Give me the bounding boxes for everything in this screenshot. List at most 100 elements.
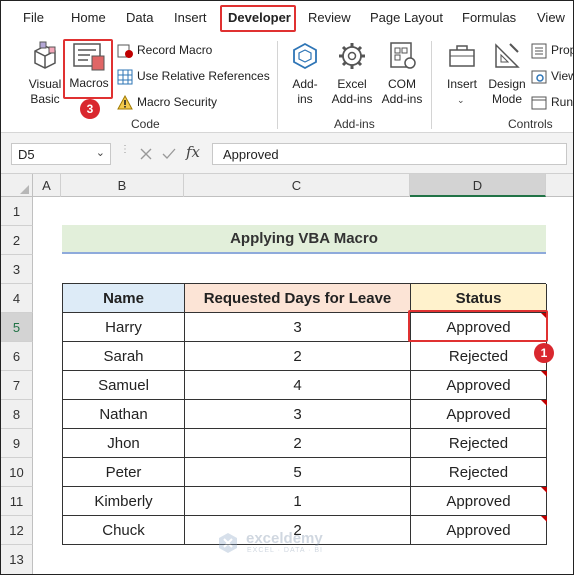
excel-add-ins-label: Excel <box>337 77 367 91</box>
tab-file[interactable]: File <box>23 10 44 25</box>
excel-add-ins-button[interactable]: Excel Add-ins <box>329 41 375 111</box>
row-header-8[interactable]: 8 <box>1 400 33 429</box>
drag-handle-icon[interactable]: ⋮ <box>120 145 130 163</box>
cell-days[interactable]: 2 <box>185 429 411 458</box>
add-ins-group-label: Add-ins <box>334 117 375 131</box>
row-header-2[interactable]: 2 <box>1 226 33 255</box>
row-header-4[interactable]: 4 <box>1 284 33 313</box>
tab-formulas[interactable]: Formulas <box>462 10 516 25</box>
cell-status[interactable]: Rejected <box>411 342 547 371</box>
table-header-status[interactable]: Status <box>411 284 547 313</box>
column-header-c[interactable]: C <box>184 174 410 197</box>
cell-status[interactable]: Approved <box>411 516 547 545</box>
cell-name[interactable]: Chuck <box>63 516 185 545</box>
excel-window: File Home Data Insert Developer Review P… <box>0 0 574 575</box>
cell-name[interactable]: Kimberly <box>63 487 185 516</box>
tab-view[interactable]: View <box>537 10 565 25</box>
comment-indicator-icon[interactable] <box>541 516 547 522</box>
comment-indicator-icon[interactable] <box>541 400 547 406</box>
macros-highlight <box>63 39 113 99</box>
row-header-11[interactable]: 11 <box>1 487 33 516</box>
row-header-9[interactable]: 9 <box>1 429 33 458</box>
cell-status[interactable]: Rejected <box>411 429 547 458</box>
comment-indicator-icon[interactable] <box>541 371 547 377</box>
use-relative-references-button[interactable]: Use Relative References <box>117 68 277 86</box>
visual-basic-label-2: Basic <box>30 92 60 106</box>
add-ins-button[interactable]: Add- ins <box>287 41 323 111</box>
warning-icon <box>117 95 133 110</box>
sheet-title[interactable]: Applying VBA Macro <box>62 225 546 254</box>
macro-security-label: Macro Security <box>137 95 218 109</box>
chevron-down-icon[interactable]: ⌄ <box>96 146 105 159</box>
cell-days[interactable]: 2 <box>185 342 411 371</box>
visual-basic-label: Visual <box>28 77 62 91</box>
relative-references-icon <box>117 69 133 85</box>
insert-controls-button[interactable]: Insert ⌄ <box>441 41 483 111</box>
select-all-icon <box>20 185 29 194</box>
cell-status[interactable]: Approved <box>411 371 547 400</box>
design-mode-button[interactable]: Design Mode <box>487 41 527 111</box>
watermark-brand: exceldemy <box>246 530 323 547</box>
cell-days[interactable]: 5 <box>185 458 411 487</box>
group-separator <box>431 41 432 129</box>
row-header-10[interactable]: 10 <box>1 458 33 487</box>
column-header-b[interactable]: B <box>61 174 184 197</box>
callout-1: 1 <box>534 343 554 363</box>
row-header-5[interactable]: 5 <box>1 313 33 342</box>
controls-group-label: Controls <box>508 117 553 131</box>
callout-3: 3 <box>80 99 100 119</box>
formula-input[interactable]: Approved <box>212 143 567 165</box>
view-code-label: View <box>551 69 573 83</box>
insert-function-button[interactable]: fx <box>186 143 200 161</box>
watermark-tagline: EXCEL · DATA · BI <box>247 547 323 554</box>
cell-name[interactable]: Nathan <box>63 400 185 429</box>
table-header-name[interactable]: Name <box>63 284 185 313</box>
record-macro-button[interactable]: Record Macro <box>117 42 277 60</box>
tab-data[interactable]: Data <box>126 10 153 25</box>
cell-days[interactable]: 3 <box>185 400 411 429</box>
select-all-corner[interactable] <box>1 174 33 197</box>
com-add-ins-button[interactable]: COM Add-ins <box>379 41 425 111</box>
cancel-icon[interactable] <box>139 147 153 161</box>
macro-security-button[interactable]: Macro Security <box>117 94 277 112</box>
cell-days[interactable]: 3 <box>185 313 411 342</box>
row-header-13[interactable]: 13 <box>1 545 33 574</box>
cell-name[interactable]: Samuel <box>63 371 185 400</box>
exceldemy-logo-icon <box>219 533 237 553</box>
record-macro-label: Record Macro <box>137 43 213 57</box>
run-dialog-button[interactable]: Run <box>531 94 573 112</box>
column-header-a[interactable]: A <box>33 174 61 197</box>
cell-name[interactable]: Peter <box>63 458 185 487</box>
name-box-value: D5 <box>18 147 35 162</box>
cell-name[interactable]: Sarah <box>63 342 185 371</box>
visual-basic-icon <box>34 41 56 69</box>
group-separator <box>277 41 278 129</box>
properties-button[interactable]: Prop <box>531 42 573 60</box>
column-header-d[interactable]: D <box>410 174 546 197</box>
tab-review[interactable]: Review <box>308 10 351 25</box>
enter-checkmark-icon[interactable] <box>162 147 176 161</box>
comment-indicator-icon[interactable] <box>541 487 547 493</box>
design-mode-label-2: Mode <box>491 92 523 106</box>
tab-home[interactable]: Home <box>71 10 106 25</box>
cell-status[interactable]: Approved <box>411 487 547 516</box>
table-header-days[interactable]: Requested Days for Leave <box>185 284 411 313</box>
row-header-1[interactable]: 1 <box>1 197 33 226</box>
cell-days[interactable]: 4 <box>185 371 411 400</box>
cell-days[interactable]: 1 <box>185 487 411 516</box>
visual-basic-button[interactable]: Visual Basic <box>25 41 65 111</box>
row-header-7[interactable]: 7 <box>1 371 33 400</box>
row-header-6[interactable]: 6 <box>1 342 33 371</box>
row-header-3[interactable]: 3 <box>1 255 33 284</box>
com-add-ins-icon <box>390 42 416 69</box>
cell-status[interactable]: Rejected <box>411 458 547 487</box>
row-header-12[interactable]: 12 <box>1 516 33 545</box>
tab-insert[interactable]: Insert <box>174 10 207 25</box>
gear-icon <box>339 43 365 69</box>
name-box[interactable]: D5 ⌄ <box>11 143 111 165</box>
view-code-button[interactable]: View <box>531 68 573 86</box>
tab-page-layout[interactable]: Page Layout <box>370 10 443 25</box>
cell-name[interactable]: Harry <box>63 313 185 342</box>
cell-name[interactable]: Jhon <box>63 429 185 458</box>
cell-status[interactable]: Approved <box>411 400 547 429</box>
